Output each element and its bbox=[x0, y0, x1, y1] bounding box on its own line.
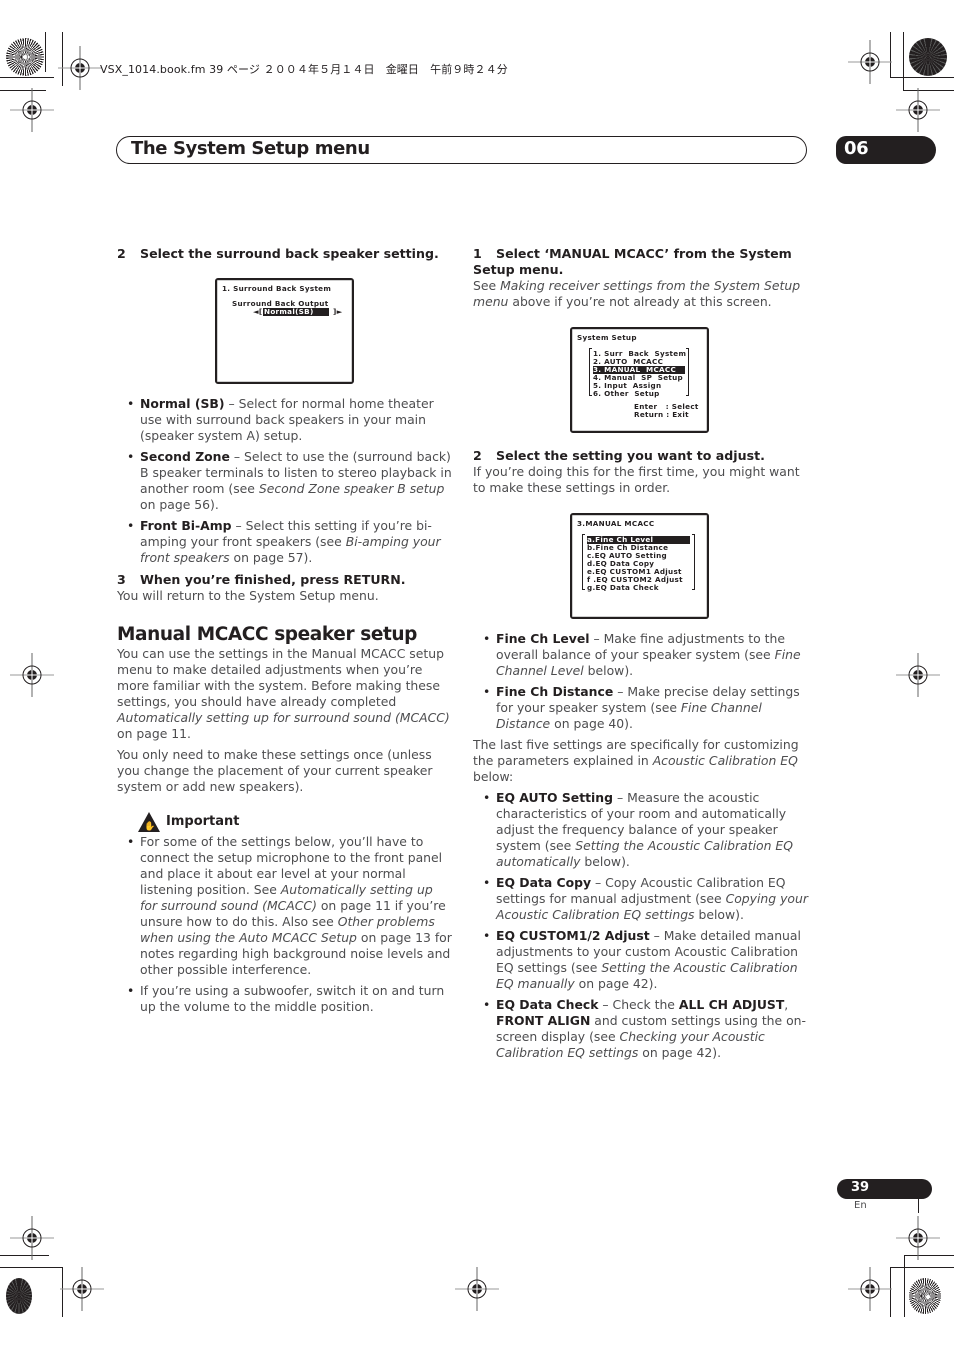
color-target-icon bbox=[6, 38, 44, 76]
crop-mark bbox=[0, 1267, 62, 1268]
crop-mark bbox=[903, 32, 904, 91]
osd-title: 3.MANUAL MCACC bbox=[577, 519, 655, 528]
right-column: 1 Select ‘MANUAL MCACC’ from the System S… bbox=[473, 246, 809, 1066]
osd-surround-back-screen: 1. Surround Back System Surround Back Ou… bbox=[215, 278, 354, 384]
crop-mark bbox=[45, 32, 46, 72]
language-code: En bbox=[854, 1200, 867, 1211]
osd-selected-value: Normal(SB) bbox=[263, 308, 329, 316]
step-heading: 2 Select the surround back speaker settin… bbox=[117, 246, 439, 261]
important-list: For some of the settings below, you’ll h… bbox=[127, 834, 452, 1015]
osd-left-arrow: ◄[ bbox=[253, 307, 263, 316]
osd-title: System Setup bbox=[577, 333, 637, 342]
list-item: Normal (SB) – Select for normal home the… bbox=[127, 396, 452, 444]
list-item: Second Zone – Select to use the (surroun… bbox=[127, 449, 452, 513]
osd-menu-item[interactable]: 6. Other Setup bbox=[593, 390, 660, 398]
osd-bracket bbox=[589, 348, 592, 396]
registration-mark-icon bbox=[896, 88, 940, 132]
list-item: EQ CUSTOM1/2 Adjust – Make detailed manu… bbox=[483, 928, 809, 992]
chapter-number: 06 bbox=[844, 138, 869, 159]
section-paragraph: You can use the settings in the Manual M… bbox=[117, 646, 450, 741]
eq-option-list: EQ AUTO Setting – Measure the acoustic c… bbox=[483, 790, 809, 1061]
registration-mark-icon bbox=[455, 1267, 499, 1311]
registration-mark-icon bbox=[10, 1216, 54, 1260]
chapter-tab: 06 bbox=[836, 136, 936, 164]
registration-mark-icon bbox=[896, 1216, 940, 1260]
registration-mark-icon bbox=[10, 88, 54, 132]
list-item: EQ AUTO Setting – Measure the acoustic c… bbox=[483, 790, 809, 870]
list-item: Fine Ch Level – Make fine adjustments to… bbox=[483, 631, 809, 679]
registration-mark-icon bbox=[848, 1267, 892, 1311]
page-number-tab: 39 bbox=[837, 1179, 932, 1199]
registration-mark-icon bbox=[58, 46, 102, 90]
crop-mark bbox=[0, 77, 54, 78]
osd-title: 1. Surround Back System bbox=[222, 284, 332, 293]
section-heading: Manual MCACC speaker setup bbox=[117, 624, 418, 645]
list-item: For some of the settings below, you’ll h… bbox=[127, 834, 452, 978]
surround-option-list: Normal (SB) – Select for normal home the… bbox=[127, 396, 452, 566]
list-item: EQ Data Check – Check the ALL CH ADJUST,… bbox=[483, 997, 809, 1061]
color-target-icon bbox=[909, 1278, 941, 1314]
page-number: 39 bbox=[851, 1180, 870, 1195]
paragraph: The last five settings are specifically … bbox=[473, 737, 799, 784]
step-heading: 1 Select ‘MANUAL MCACC’ from the System S… bbox=[473, 246, 792, 277]
section-paragraph: You only need to make these settings onc… bbox=[117, 747, 433, 794]
registration-mark-icon bbox=[60, 1267, 104, 1311]
list-item: Fine Ch Distance – Make precise delay se… bbox=[483, 684, 809, 732]
step-body: See Making receiver settings from the Sy… bbox=[473, 278, 801, 309]
osd-bracket bbox=[686, 348, 689, 396]
step-body: You will return to the System Setup menu… bbox=[117, 588, 379, 603]
crop-mark bbox=[918, 1199, 919, 1213]
osd-system-setup-screen: System Setup 1. Surr Back System 2. AUTO … bbox=[570, 327, 709, 433]
step-heading: 3 When you’re finished, press RETURN. bbox=[117, 572, 406, 587]
registration-mark-icon bbox=[896, 653, 940, 697]
running-header: The System Setup menu bbox=[116, 136, 807, 164]
color-target-icon bbox=[6, 1278, 32, 1314]
list-item: EQ Data Copy – Copy Acoustic Calibration… bbox=[483, 875, 809, 923]
osd-right-arrow: ]► bbox=[333, 307, 343, 316]
registration-mark-icon bbox=[10, 653, 54, 697]
registration-mark-icon bbox=[848, 40, 892, 84]
osd-menu-item[interactable]: g.EQ Data Check bbox=[587, 584, 659, 592]
important-heading: Important bbox=[138, 812, 452, 835]
crop-mark bbox=[904, 1255, 905, 1317]
print-slug: VSX_1014.book.fm 39 ページ ２００４年５月１４日 金曜日 午… bbox=[100, 63, 508, 76]
list-item: If you’re using a subwoofer, switch it o… bbox=[127, 983, 452, 1015]
crop-mark bbox=[890, 1267, 954, 1268]
list-item: Front Bi-Amp – Select this setting if yo… bbox=[127, 518, 452, 566]
step-body: If you’re doing this for the first time,… bbox=[473, 464, 800, 495]
warning-hand-icon bbox=[138, 812, 160, 835]
color-target-icon bbox=[909, 38, 947, 76]
osd-hint: Return : Exit bbox=[634, 410, 689, 419]
osd-bracket bbox=[582, 534, 585, 590]
manual-mcacc-option-list: Fine Ch Level – Make fine adjustments to… bbox=[483, 631, 809, 732]
osd-bracket bbox=[692, 534, 695, 590]
osd-manual-mcacc-screen: 3.MANUAL MCACC a.Fine Ch Level b.Fine Ch … bbox=[570, 513, 709, 619]
header-title: The System Setup menu bbox=[131, 138, 370, 159]
step-heading: 2 Select the setting you want to adjust. bbox=[473, 448, 765, 463]
left-column: 2 Select the surround back speaker settin… bbox=[117, 246, 452, 1020]
crop-mark bbox=[890, 77, 954, 78]
